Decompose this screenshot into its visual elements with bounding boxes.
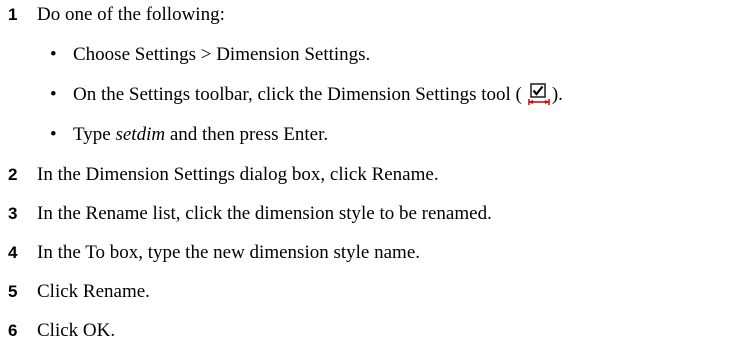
step-number: 2	[8, 165, 18, 184]
step-number: 1	[8, 5, 18, 24]
option-text-after: ).	[551, 84, 563, 105]
step-number: 3	[8, 204, 18, 223]
option-text: Type setdim and then press Enter.	[73, 122, 328, 148]
command-name: setdim	[115, 124, 166, 145]
dimension-settings-tool-icon	[528, 83, 550, 105]
step-number: 6	[8, 321, 18, 340]
bullet-icon: •	[50, 44, 57, 65]
step-number: 5	[8, 282, 18, 301]
step-text: Click OK.	[37, 320, 116, 341]
option-text-before: Type	[73, 124, 116, 145]
bullet-icon: •	[50, 124, 57, 145]
bullet-icon: •	[50, 84, 57, 105]
step-number: 4	[8, 243, 18, 262]
option-text: On the Settings toolbar, click the Dimen…	[73, 82, 563, 108]
step-text: Do one of the following:	[37, 4, 225, 25]
step-text: In the Rename list, click the dimension …	[37, 203, 492, 224]
step-text: In the To box, type the new dimension st…	[37, 242, 420, 263]
option-text-before: On the Settings toolbar, click the Dimen…	[73, 84, 522, 105]
procedure-steps: 1 Do one of the following: • Choose Sett…	[0, 0, 731, 355]
option-text: Choose Settings > Dimension Settings.	[73, 44, 371, 65]
step-text: Click Rename.	[37, 281, 150, 302]
step-text: In the Dimension Settings dialog box, cl…	[37, 164, 439, 185]
option-text-after: and then press Enter.	[165, 124, 329, 145]
